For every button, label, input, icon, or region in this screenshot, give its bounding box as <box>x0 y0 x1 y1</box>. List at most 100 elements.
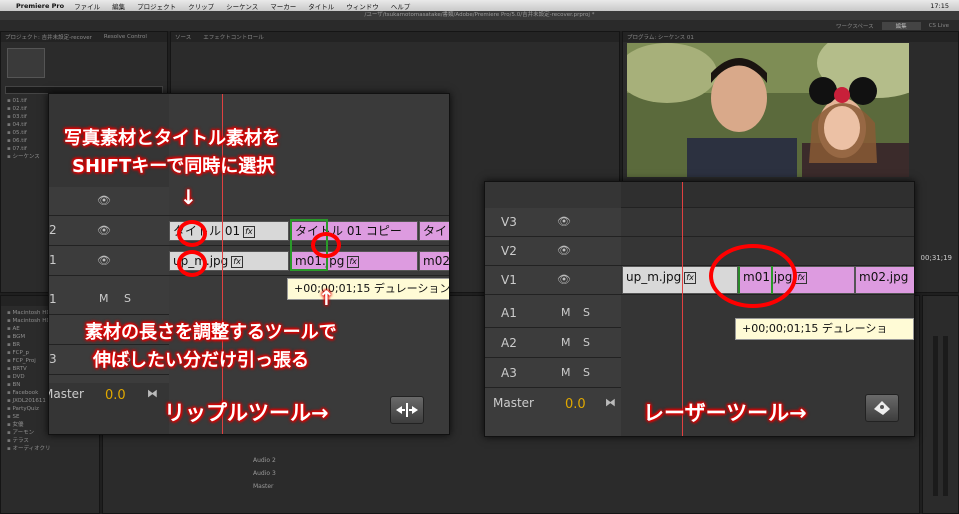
track-name: A2 <box>501 336 517 350</box>
ripple-duration-tooltip: +00;00;01;15 デュレーション <box>287 278 449 300</box>
eye-icon[interactable]: 👁 <box>557 215 571 228</box>
track-name: V1 <box>501 273 517 287</box>
razor-blade-icon <box>874 401 890 415</box>
window-title: /ユーザ/tsukamotomasatake/書類/Adobe/Premiere… <box>0 11 959 20</box>
clip-label: up_m.jpg <box>626 270 682 284</box>
cs-live[interactable]: CS Live <box>929 23 949 29</box>
master-expand-icon[interactable]: ⧓ <box>605 396 616 409</box>
highlight-circle <box>709 244 797 308</box>
fx-badge: fx <box>231 255 243 268</box>
ripple-track-v1: 1 👁 up_m.jpg fx m01.jpg fx m02 <box>49 247 449 276</box>
ripple-master-row: Master 0.0 ⧓ <box>49 379 169 409</box>
video-frame-photo <box>627 43 909 177</box>
track-name: 3 <box>49 352 57 366</box>
workspace-bar: ワークスペース 編集 CS Live <box>0 20 959 31</box>
tab-effect-controls[interactable]: エフェクトコントロール <box>203 33 264 41</box>
solo-toggle[interactable]: S <box>583 336 590 349</box>
solo-toggle[interactable]: S <box>124 292 131 305</box>
clip-label: m02.jpg <box>859 270 909 284</box>
fx-badge: fx <box>795 271 807 284</box>
source-panel-tabs: ソース エフェクトコントロール <box>171 32 619 42</box>
audio-meters-panel <box>922 295 959 514</box>
project-thumbnail <box>7 48 45 78</box>
audio-track-labels: Audio 2 Audio 3 Master <box>253 454 276 493</box>
ripple-track-v2: 2 👁 タイトル 01 fx タイトル 01 コピー タイ <box>49 217 449 246</box>
annotation-up-arrow: ↑ <box>318 286 335 310</box>
clip-label: タイ <box>423 224 448 238</box>
tab-source[interactable]: ソース <box>175 33 191 41</box>
audio-track-label: Audio 2 <box>253 457 276 464</box>
mute-toggle[interactable]: M <box>561 336 571 349</box>
razor-track-v1: V1 👁 up_m.jpg fx m01.jpg fx m02.jpg <box>485 266 914 295</box>
annotation-razor-tool: レーザーツール→ <box>643 401 807 425</box>
solo-toggle[interactable]: S <box>583 366 590 379</box>
razor-track-a3: A3 M S <box>485 359 621 388</box>
ripple-edit-icon <box>396 403 418 417</box>
menu-edit[interactable]: 編集 <box>112 1 125 11</box>
highlight-circle <box>177 250 207 277</box>
audio-meter <box>943 336 948 496</box>
audio-track-label: Audio 3 <box>253 470 276 477</box>
menu-marker[interactable]: マーカー <box>270 1 296 11</box>
fx-badge: fx <box>243 225 255 238</box>
mute-toggle[interactable]: M <box>561 306 571 319</box>
annotation-ripple-tool: リップルツール→ <box>164 401 329 425</box>
menu-window[interactable]: ウィンドウ <box>346 1 379 11</box>
folder-item[interactable]: オーディオクリ <box>7 445 93 453</box>
track-name: 2 <box>49 223 57 237</box>
master-volume-value[interactable]: 0.0 <box>565 397 586 412</box>
solo-toggle[interactable]: S <box>583 306 590 319</box>
menu-title[interactable]: タイトル <box>308 1 334 11</box>
tab-project[interactable]: プロジェクト: 吉井未設定-recover <box>5 33 92 41</box>
fx-badge: fx <box>347 255 359 268</box>
razor-track-v3: V3 👁 <box>485 208 914 237</box>
mac-menubar: Premiere Pro ファイル 編集 プロジェクト クリップ シーケンス マ… <box>0 0 959 11</box>
folder-item[interactable]: テラス <box>7 437 93 445</box>
master-expand-icon[interactable]: ⧓ <box>147 387 158 400</box>
program-timecode: 00;31;19 <box>920 254 952 262</box>
eye-icon[interactable]: 👁 <box>97 194 111 207</box>
razor-master-row: Master 0.0 ⧓ <box>485 389 621 419</box>
ripple-clip-m02[interactable]: m02 <box>419 251 449 271</box>
master-label: Master <box>49 387 84 401</box>
highlight-circle <box>177 220 207 247</box>
workspace-select[interactable]: 編集 <box>881 21 921 30</box>
mute-toggle[interactable]: M <box>99 292 109 305</box>
menubar-clock: 17:15 <box>930 1 949 10</box>
highlight-circle <box>311 232 341 258</box>
mute-toggle[interactable]: M <box>561 366 571 379</box>
razor-tool-button[interactable] <box>865 394 899 422</box>
tab-resolve[interactable]: Resolve Control <box>104 34 147 40</box>
razor-duration-tooltip: +00;00;01;15 デュレーショ <box>735 318 914 340</box>
eye-icon[interactable]: 👁 <box>97 224 111 237</box>
menu-file[interactable]: ファイル <box>74 1 100 11</box>
app-menu[interactable]: Premiere Pro <box>16 2 64 10</box>
annotation-drag-line1: 素材の長さを調整するツールで <box>85 322 337 343</box>
track-name: 1 <box>49 253 57 267</box>
track-name: V2 <box>501 244 517 258</box>
audio-meter <box>933 336 938 496</box>
eye-icon[interactable]: 👁 <box>557 273 571 286</box>
track-name: V3 <box>501 215 517 229</box>
annotation-drag-line2: 伸ばしたい分だけ引っ張る <box>93 350 309 371</box>
master-volume-value[interactable]: 0.0 <box>105 388 126 403</box>
ripple-tool-button[interactable] <box>390 396 424 424</box>
project-panel-tabs: プロジェクト: 吉井未設定-recover Resolve Control <box>1 32 167 42</box>
menu-help[interactable]: ヘルプ <box>391 1 411 11</box>
track-name: A3 <box>501 366 517 380</box>
eye-icon[interactable]: 👁 <box>557 244 571 257</box>
menu-project[interactable]: プロジェクト <box>137 1 176 11</box>
ripple-clip-title-next[interactable]: タイ <box>419 221 449 241</box>
tab-program[interactable]: プログラム: シーケンス 01 <box>627 33 694 41</box>
eye-icon[interactable]: 👁 <box>97 254 111 267</box>
annotation-down-arrow: ↓ <box>180 185 197 209</box>
master-label: Master <box>493 396 534 410</box>
razor-ruler <box>621 182 914 208</box>
menu-sequence[interactable]: シーケンス <box>226 1 258 11</box>
razor-track-a2: A2 M S <box>485 329 621 358</box>
razor-clip-m02[interactable]: m02.jpg <box>855 266 914 294</box>
annotation-select-line1: 写真素材とタイトル素材を <box>64 128 280 149</box>
program-monitor-video <box>627 43 909 177</box>
menu-clip[interactable]: クリップ <box>188 1 214 11</box>
program-panel-tabs: プログラム: シーケンス 01 <box>623 32 958 42</box>
